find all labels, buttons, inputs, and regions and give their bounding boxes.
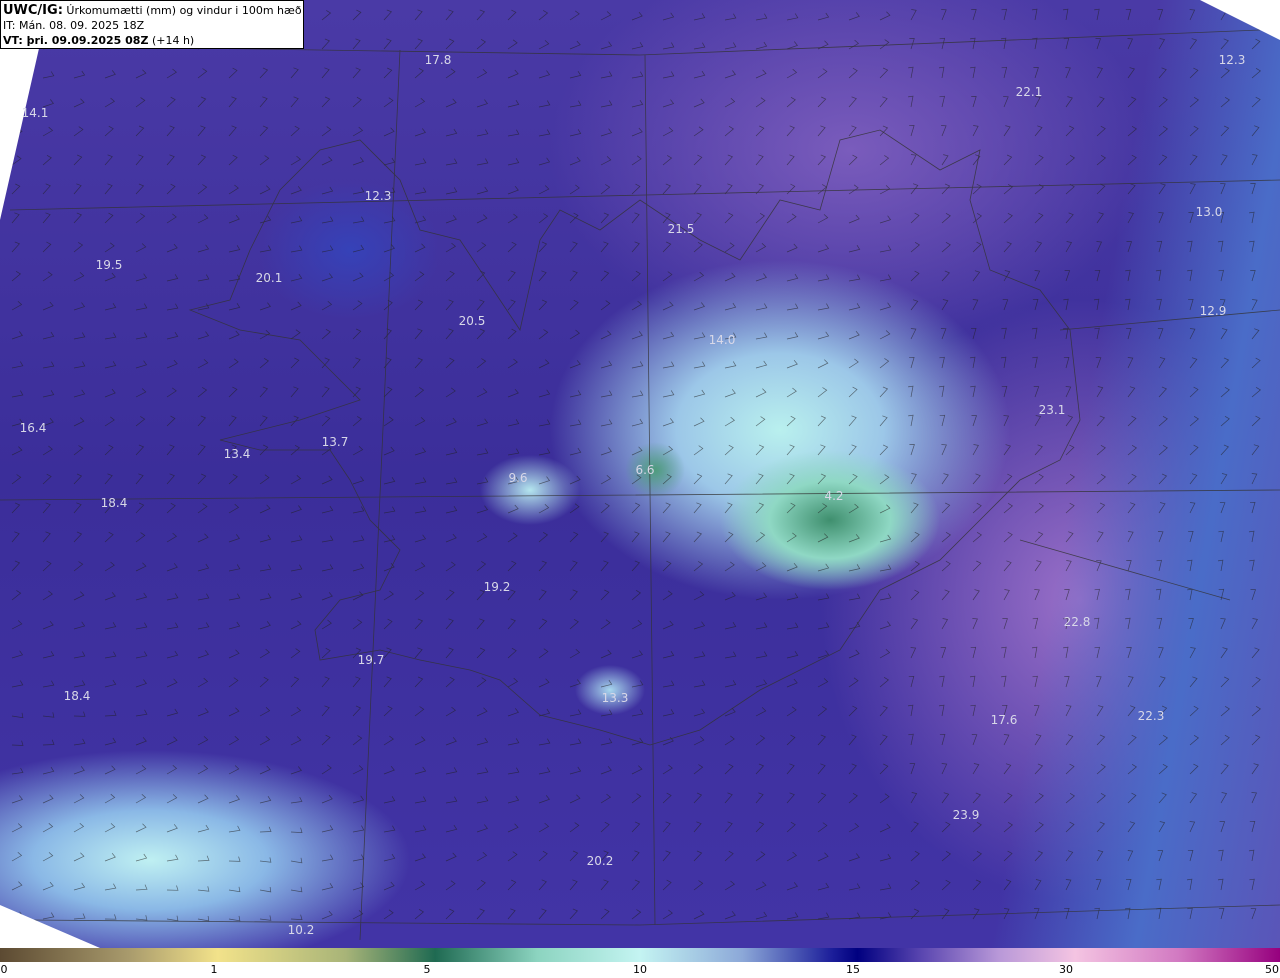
value-label: 22.1 [1015, 85, 1043, 99]
colorbar-tick: 10 [633, 963, 647, 976]
map-title: Úrkomumætti (mm) og vindur i 100m hæð [66, 4, 302, 17]
value-label: 19.2 [483, 580, 511, 594]
colorbar-tick: 30 [1059, 963, 1073, 976]
value-label: 20.1 [255, 271, 283, 285]
colorbar-tick: 0 [0, 963, 8, 976]
value-label: 12.9 [1199, 304, 1227, 318]
value-label: 21.5 [667, 222, 695, 236]
value-label: 19.7 [357, 653, 385, 667]
value-label: 23.9 [952, 808, 980, 822]
value-label: 22.8 [1063, 615, 1091, 629]
map-edge-mask [0, 905, 100, 948]
value-label: 18.4 [100, 496, 128, 510]
graticule-lines [0, 29, 1280, 941]
precipitation-map[interactable]: 17.8 14.1 12.3 22.1 12.3 21.5 13.0 19.5 … [0, 0, 1280, 948]
value-label: 17.8 [424, 53, 452, 67]
value-label: 22.3 [1137, 709, 1165, 723]
value-label: 13.3 [601, 691, 629, 705]
value-label: 16.4 [19, 421, 47, 435]
value-label: 20.2 [586, 854, 614, 868]
map-header: UWC/IG: Úrkomumætti (mm) og vindur i 100… [0, 0, 304, 49]
colorbar-tick: 1 [210, 963, 218, 976]
colorbar-tick: 15 [846, 963, 860, 976]
value-label: 9.6 [508, 471, 528, 485]
value-label: 14.1 [21, 106, 49, 120]
value-label: 12.3 [1218, 53, 1246, 67]
value-label: 10.2 [287, 923, 315, 937]
value-label: 23.1 [1038, 403, 1066, 417]
value-label: 14.0 [708, 333, 736, 347]
value-label: 4.2 [824, 489, 844, 503]
model-name: UWC/IG: [3, 3, 63, 18]
forecast-offset: (+14 h) [151, 34, 195, 47]
value-label: 18.4 [63, 689, 91, 703]
colorbar-tick: 50 [1265, 963, 1279, 976]
value-label: 13.0 [1195, 205, 1223, 219]
colorbar-tick: 5 [423, 963, 431, 976]
value-label: 13.4 [223, 447, 251, 461]
value-label: 20.5 [458, 314, 486, 328]
value-label: 19.5 [95, 258, 123, 272]
map-edge-mask [1200, 0, 1280, 40]
value-label: 13.7 [321, 435, 349, 449]
value-label: 6.6 [635, 463, 655, 477]
value-label: 17.6 [990, 713, 1018, 727]
valid-time: VT: þri. 09.09.2025 08Z [3, 34, 149, 47]
value-label: 12.3 [364, 189, 392, 203]
colorbar [0, 948, 1280, 962]
init-time: IT: Mán. 08. 09. 2025 18Z [3, 19, 145, 32]
